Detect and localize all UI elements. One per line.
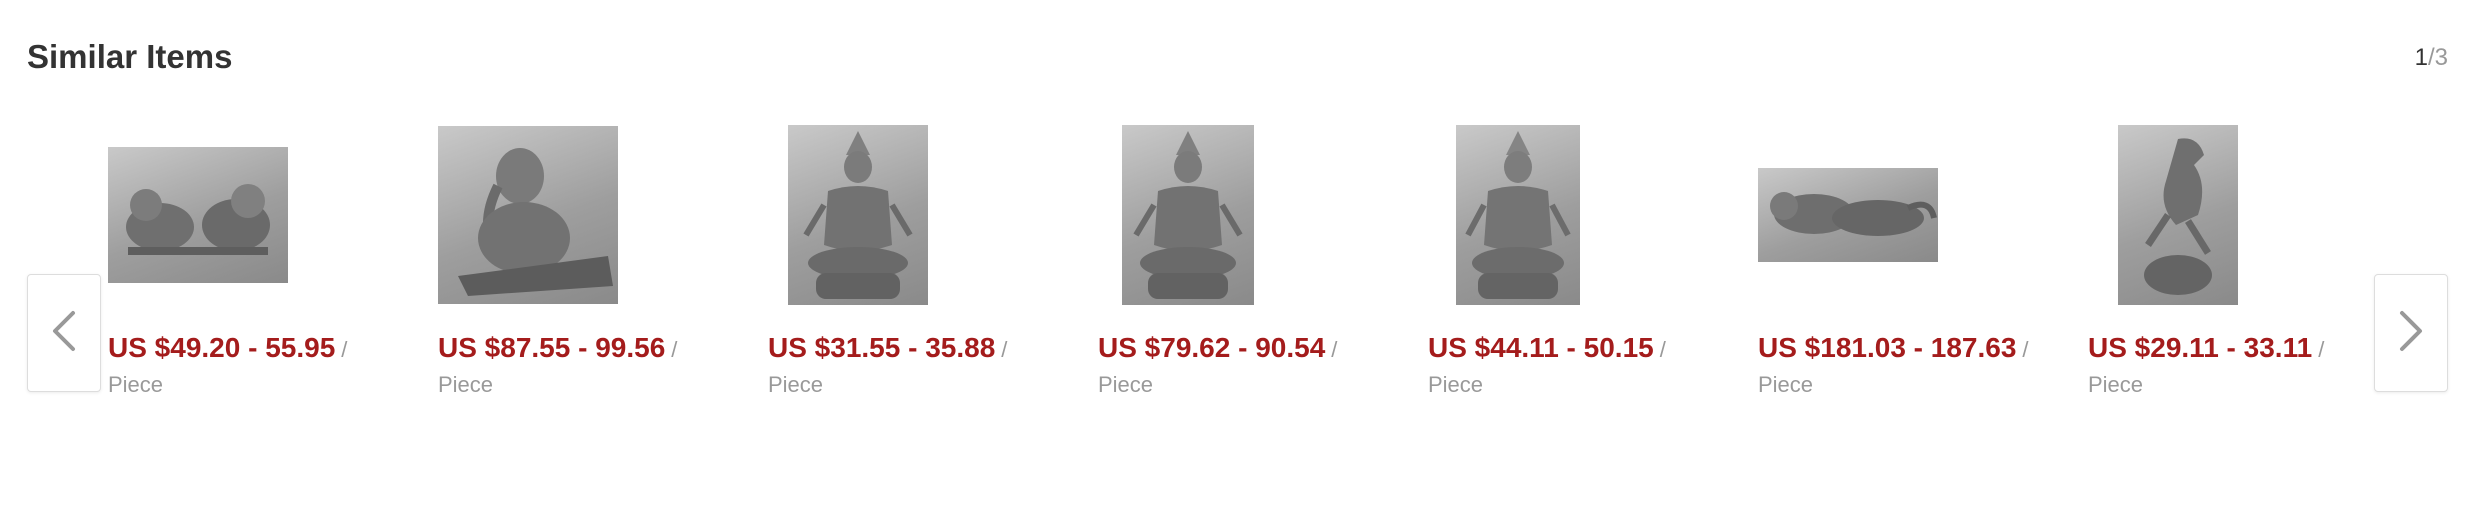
guanyin-statue-image[interactable] [1122, 125, 1254, 305]
product-card[interactable]: US $87.55 - 99.56/ Piece [438, 120, 768, 420]
price-separator: / [1001, 337, 1008, 362]
item-price[interactable]: US $79.62 - 90.54 [1098, 332, 1325, 363]
price-separator: / [341, 337, 348, 362]
ganesha-statue-image[interactable] [438, 126, 618, 304]
item-unit: Piece [438, 372, 494, 397]
item-unit: Piece [108, 372, 164, 397]
similar-items-carousel: US $49.20 - 55.95/ Piece US $87.55 - 99.… [108, 120, 2418, 420]
pager-current: 1 [2414, 44, 2428, 71]
price-separator: / [1659, 337, 1666, 362]
product-card[interactable]: US $31.55 - 35.88/ Piece [768, 120, 1098, 420]
product-card[interactable]: US $79.62 - 90.54/ Piece [1098, 120, 1428, 420]
carousel-prev-button[interactable] [27, 274, 101, 392]
pager-separator: / [2427, 44, 2435, 71]
item-price[interactable]: US $29.11 - 33.11 [2088, 332, 2312, 363]
horse-statue-image[interactable] [2118, 125, 2238, 305]
price-separator: / [671, 337, 678, 362]
product-card[interactable]: US $49.20 - 55.95/ Piece [108, 120, 438, 420]
pixiu-pair-statue-image[interactable] [108, 147, 288, 283]
price-separator: / [1331, 337, 1338, 362]
product-card[interactable]: US $44.11 - 50.15/ Piece [1428, 120, 1758, 420]
section-title: Similar Items [27, 38, 233, 75]
item-price[interactable]: US $181.03 - 187.63 [1758, 332, 2016, 363]
item-price[interactable]: US $44.11 - 50.15 [1428, 332, 1654, 363]
pager-total: 3 [2434, 44, 2448, 71]
item-unit: Piece [1428, 372, 1484, 397]
item-price[interactable]: US $49.20 - 55.95 [108, 332, 335, 363]
chevron-left-icon [49, 309, 79, 358]
item-unit: Piece [1098, 372, 1154, 397]
guanyin-statue-image[interactable] [1456, 125, 1580, 305]
dragon-beast-statue-image[interactable] [1758, 168, 1938, 262]
price-separator: / [2022, 337, 2029, 362]
item-price[interactable]: US $31.55 - 35.88 [768, 332, 995, 363]
item-price[interactable]: US $87.55 - 99.56 [438, 332, 665, 363]
product-card[interactable]: US $181.03 - 187.63/ Piece [1758, 120, 2088, 420]
pager: 1/3 [2415, 44, 2448, 72]
product-card[interactable]: US $29.11 - 33.11/ Piece [2088, 120, 2418, 420]
item-unit: Piece [768, 372, 824, 397]
price-separator: / [2318, 337, 2325, 362]
item-unit: Piece [2088, 372, 2144, 397]
item-unit: Piece [1758, 372, 1814, 397]
guanyin-statue-image[interactable] [788, 125, 928, 305]
